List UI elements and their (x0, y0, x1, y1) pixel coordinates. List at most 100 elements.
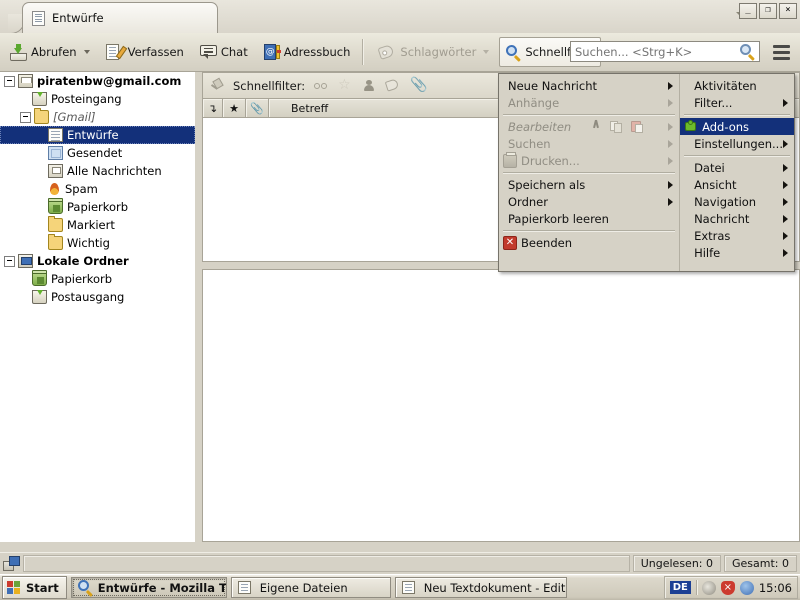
twisty-minus-icon[interactable] (4, 76, 15, 87)
folder-item-piratenbw-gmail-com[interactable]: piratenbw@gmail.com (0, 72, 195, 90)
speaker-icon[interactable] (702, 581, 716, 595)
folder-item-entw-rfe[interactable]: Entwürfe (0, 126, 195, 144)
menu-item-nachricht[interactable]: Nachricht (680, 210, 794, 227)
unread-filter-icon[interactable] (314, 79, 329, 93)
menu-item-datei[interactable]: Datei (680, 159, 794, 176)
menu-item-label: Neue Nachricht (499, 79, 597, 93)
taskbar-item-label: Neu Textdokument - Editor (424, 581, 567, 595)
folder-item-gmail[interactable]: [Gmail] (0, 108, 195, 126)
restore-button[interactable]: ❐ (759, 3, 777, 19)
copy-icon[interactable] (610, 120, 623, 133)
paste-icon[interactable] (631, 120, 644, 133)
chat-button[interactable]: Chat (194, 37, 254, 67)
menu-item-papierkorb-leeren[interactable]: Papierkorb leeren (499, 210, 679, 227)
search-icon (506, 45, 521, 60)
column-thread-icon[interactable]: ↴ (203, 99, 223, 117)
taskbar-item-eigene-dateien[interactable]: Eigene Dateien (231, 577, 391, 598)
write-button[interactable]: Verfassen (100, 37, 190, 67)
menu-item-aktivit-ten[interactable]: Aktivitäten (680, 77, 794, 94)
folder-item-postausgang[interactable]: Postausgang (0, 288, 195, 306)
menu-item-label: Anhänge (499, 96, 559, 110)
folder-item-label: [Gmail] (53, 110, 96, 124)
menu-item-hilfe[interactable]: Hilfe (680, 244, 794, 261)
folder-item-markiert[interactable]: Markiert (0, 216, 195, 234)
menu-item-navigation[interactable]: Navigation (680, 193, 794, 210)
menu-item-neue-nachricht[interactable]: Neue Nachricht (499, 77, 679, 94)
menu-item-suchen[interactable]: Suchen (499, 135, 679, 152)
computer-icon (18, 254, 33, 268)
twisty-minus-icon[interactable] (4, 256, 15, 267)
vertical-splitter[interactable] (195, 72, 202, 542)
folder-item-papierkorb[interactable]: Papierkorb (0, 270, 195, 288)
network-icon[interactable] (740, 581, 754, 595)
menu-item-beenden[interactable]: Beenden (499, 234, 679, 251)
message-reading-pane[interactable] (202, 269, 800, 542)
folder-item-papierkorb[interactable]: Papierkorb (0, 198, 195, 216)
submenu-arrow-icon (783, 140, 788, 148)
menu-item-speichern-als[interactable]: Speichern als (499, 176, 679, 193)
folder-item-label: Posteingang (51, 92, 122, 106)
app-menu-popup[interactable]: Neue Nachricht Anhänge BearbeitenSuchenDru… (498, 73, 795, 272)
start-button[interactable]: Start (2, 576, 67, 599)
menu-separator (684, 114, 790, 115)
menu-item-ansicht[interactable]: Ansicht (680, 176, 794, 193)
column-star-icon[interactable]: ★ (223, 99, 246, 117)
spam-flame-icon (48, 182, 61, 196)
addressbook-button[interactable]: Adressbuch (258, 37, 357, 67)
clock[interactable]: 15:06 (759, 581, 792, 595)
contact-filter-icon[interactable] (362, 79, 377, 93)
folder-icon (238, 581, 251, 594)
close-button[interactable]: × (779, 3, 797, 19)
folder-item-alle-nachrichten[interactable]: Alle Nachrichten (0, 162, 195, 180)
document-icon (32, 11, 45, 26)
folder-pane[interactable]: piratenbw@gmail.com Posteingang [Gmail] Ent… (0, 72, 196, 542)
folder-item-wichtig[interactable]: Wichtig (0, 234, 195, 252)
folder-tree[interactable]: piratenbw@gmail.com Posteingang [Gmail] Ent… (0, 72, 195, 306)
trash-icon (48, 200, 63, 214)
attachment-filter-icon[interactable]: 📎 (410, 79, 425, 93)
addressbook-icon (264, 44, 280, 60)
pin-icon[interactable] (210, 79, 224, 93)
menu-item-anh-nge[interactable]: Anhänge (499, 94, 679, 111)
menu-item-add-ons[interactable]: Add-ons (680, 118, 794, 135)
app-menu-right-column[interactable]: AktivitätenFilter... Add-onsEinstellungen… (680, 74, 794, 271)
tags-button[interactable]: Schlagwörter (373, 37, 495, 67)
tag-icon (379, 45, 396, 60)
menu-item-ordner[interactable]: Ordner (499, 193, 679, 210)
folder-item-spam[interactable]: Spam (0, 180, 195, 198)
thunderbird-window: Entwürfe _ ❐ × Abrufen Verfassen Chat Ad… (0, 0, 800, 600)
search-box[interactable] (570, 41, 760, 62)
get-mail-button[interactable]: Abrufen (4, 37, 96, 67)
star-filter-icon[interactable]: ☆ (338, 79, 353, 93)
tab-entwuerfe[interactable]: Entwürfe (22, 2, 218, 33)
security-shield-icon[interactable] (721, 581, 735, 595)
submenu-arrow-icon (668, 123, 673, 131)
submenu-arrow-icon (783, 164, 788, 172)
folder-item-lokale-ordner[interactable]: Lokale Ordner (0, 252, 195, 270)
app-menu-left-column[interactable]: Neue Nachricht Anhänge BearbeitenSuchenDru… (499, 74, 680, 271)
taskbar-item-editor[interactable]: Neu Textdokument - Editor (395, 577, 567, 598)
menu-item-extras[interactable]: Extras (680, 227, 794, 244)
app-menu-button[interactable] (770, 41, 793, 63)
menu-item-bearbeiten[interactable]: Bearbeiten (499, 118, 679, 135)
language-indicator[interactable]: DE (670, 581, 691, 594)
cut-icon[interactable] (589, 120, 602, 133)
menu-item-label: Extras (680, 229, 730, 243)
folder-item-posteingang[interactable]: Posteingang (0, 90, 195, 108)
search-input[interactable] (575, 45, 740, 59)
chevron-down-icon[interactable] (483, 50, 489, 54)
column-attachment-icon[interactable]: 📎 (246, 99, 269, 117)
tag-filter-icon[interactable] (386, 79, 401, 92)
folder-item-gesendet[interactable]: Gesendet (0, 144, 195, 162)
menu-item-filter[interactable]: Filter... (680, 94, 794, 111)
connection-status-icon[interactable] (3, 556, 20, 571)
minimize-button[interactable]: _ (739, 3, 757, 19)
menu-item-einstellungen[interactable]: Einstellungen... (680, 135, 794, 152)
chevron-down-icon[interactable] (84, 50, 90, 54)
folder-item-label: Gesendet (67, 146, 122, 160)
menu-item-drucken[interactable]: Drucken... (499, 152, 679, 169)
tab-label: Entwürfe (52, 11, 104, 25)
twisty-minus-icon[interactable] (20, 112, 31, 123)
taskbar-item-thunderbird[interactable]: Entwürfe - Mozilla Th... (71, 577, 227, 598)
folder-item-label: Spam (65, 182, 98, 196)
